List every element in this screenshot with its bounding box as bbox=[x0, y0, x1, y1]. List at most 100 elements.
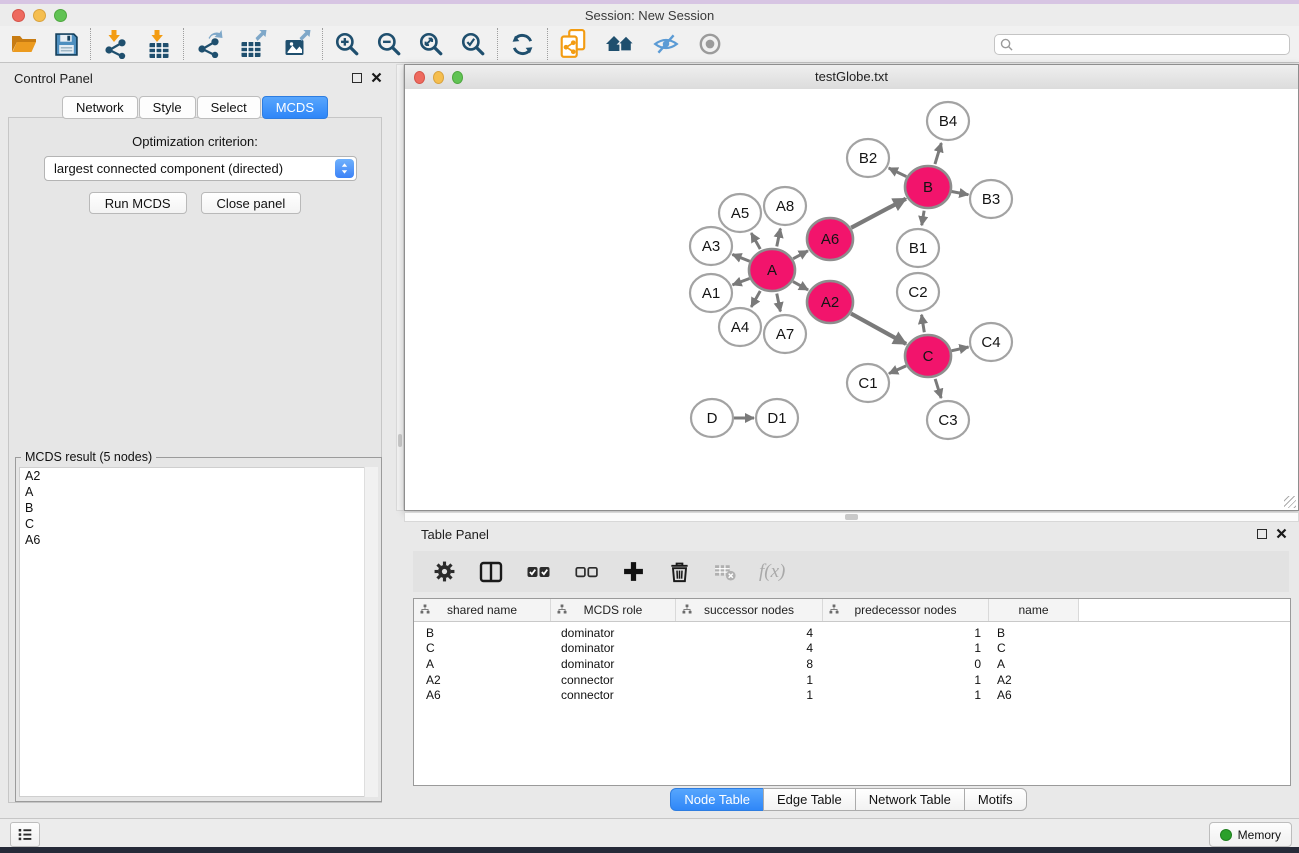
column-header-predecessor-nodes[interactable]: predecessor nodes bbox=[823, 599, 989, 621]
node-B1[interactable]: B1 bbox=[897, 229, 939, 267]
result-item[interactable]: A bbox=[20, 484, 377, 500]
node-C1[interactable]: C1 bbox=[847, 364, 889, 402]
zoom-fit-icon[interactable] bbox=[418, 31, 444, 57]
node-A3[interactable]: A3 bbox=[690, 227, 732, 265]
tab-mcds[interactable]: MCDS bbox=[262, 96, 328, 119]
tab-style[interactable]: Style bbox=[139, 96, 196, 119]
column-header-mcds-role[interactable]: MCDS role bbox=[551, 599, 676, 621]
task-history-button[interactable] bbox=[10, 822, 40, 847]
node-A6[interactable]: A6 bbox=[807, 218, 853, 260]
select-all-icon[interactable] bbox=[526, 561, 551, 583]
tab-edge-table[interactable]: Edge Table bbox=[763, 788, 856, 811]
delete-table-icon[interactable] bbox=[714, 562, 736, 581]
edge-C-C3[interactable] bbox=[935, 379, 941, 398]
table-row[interactable]: Bdominator41B bbox=[414, 625, 1290, 641]
apply-function-icon[interactable]: f(x) bbox=[759, 561, 785, 583]
close-panel-icon[interactable] bbox=[371, 72, 382, 83]
show-hidden-icon[interactable] bbox=[696, 31, 724, 57]
deselect-all-icon[interactable] bbox=[574, 561, 599, 583]
window-resize-grip[interactable] bbox=[1284, 496, 1296, 508]
network-window-titlebar[interactable]: testGlobe.txt bbox=[405, 65, 1298, 90]
save-session-icon[interactable] bbox=[54, 32, 79, 57]
zoom-selected-icon[interactable] bbox=[460, 31, 486, 57]
export-network-icon[interactable] bbox=[195, 30, 223, 58]
hide-selected-icon[interactable] bbox=[652, 31, 680, 57]
close-table-panel-icon[interactable] bbox=[1276, 528, 1287, 539]
node-A4[interactable]: A4 bbox=[719, 308, 761, 346]
add-column-icon[interactable] bbox=[622, 560, 645, 583]
node-C2[interactable]: C2 bbox=[897, 273, 939, 311]
edge-A6-B[interactable] bbox=[851, 199, 906, 228]
edge-C-C1[interactable] bbox=[889, 366, 906, 374]
node-C[interactable]: C bbox=[905, 335, 951, 377]
criterion-select[interactable]: largest connected component (directed) bbox=[44, 156, 357, 181]
edge-A-A2[interactable] bbox=[793, 282, 808, 290]
edge-B-B1[interactable] bbox=[922, 211, 924, 226]
result-item[interactable]: A6 bbox=[20, 532, 377, 548]
node-D1[interactable]: D1 bbox=[756, 399, 798, 437]
open-session-icon[interactable] bbox=[10, 32, 38, 56]
result-item[interactable]: A2 bbox=[20, 468, 377, 484]
edge-C-C4[interactable] bbox=[951, 347, 968, 351]
network-vertical-scrollbar[interactable] bbox=[396, 64, 404, 511]
refresh-layout-icon[interactable] bbox=[509, 31, 536, 58]
edge-B-B4[interactable] bbox=[935, 143, 941, 164]
node-C3[interactable]: C3 bbox=[927, 401, 969, 439]
node-A7[interactable]: A7 bbox=[764, 315, 806, 353]
node-C4[interactable]: C4 bbox=[970, 323, 1012, 361]
search-input[interactable] bbox=[994, 34, 1290, 55]
zoom-in-icon[interactable] bbox=[334, 31, 360, 57]
column-header-successor-nodes[interactable]: successor nodes bbox=[676, 599, 823, 621]
node-A1[interactable]: A1 bbox=[690, 274, 732, 312]
toggle-column-view-icon[interactable] bbox=[479, 561, 503, 583]
float-panel-icon[interactable] bbox=[352, 73, 362, 83]
node-A2[interactable]: A2 bbox=[807, 281, 853, 323]
edge-A-A7[interactable] bbox=[777, 294, 781, 312]
edge-A-A5[interactable] bbox=[751, 233, 760, 249]
edge-B-B2[interactable] bbox=[889, 168, 907, 177]
tab-motifs[interactable]: Motifs bbox=[964, 788, 1027, 811]
result-scrollbar[interactable] bbox=[364, 467, 378, 797]
node-D[interactable]: D bbox=[691, 399, 733, 437]
edge-A-A4[interactable] bbox=[751, 291, 760, 307]
node-A5[interactable]: A5 bbox=[719, 194, 761, 232]
result-item[interactable]: C bbox=[20, 516, 377, 532]
mcds-result-list[interactable]: A2ABCA6 bbox=[19, 467, 378, 797]
close-panel-button[interactable]: Close panel bbox=[201, 192, 302, 214]
table-row[interactable]: Cdominator41C bbox=[414, 641, 1290, 657]
zoom-out-icon[interactable] bbox=[376, 31, 402, 57]
node-B4[interactable]: B4 bbox=[927, 102, 969, 140]
import-table-icon[interactable] bbox=[145, 30, 172, 59]
table-row[interactable]: A2connector11A2 bbox=[414, 672, 1290, 688]
table-row[interactable]: Adominator80A bbox=[414, 656, 1290, 672]
tab-node-table[interactable]: Node Table bbox=[670, 788, 764, 811]
settings-icon[interactable] bbox=[433, 560, 456, 583]
network-canvas[interactable]: B4 B2 B B3 B1 A5A8A6 A3 A A1 A2 A4A7 C2 C4 C C1 C3 D D1 bbox=[405, 89, 1298, 510]
run-mcds-button[interactable]: Run MCDS bbox=[89, 192, 187, 214]
node-B3[interactable]: B3 bbox=[970, 180, 1012, 218]
tab-network-table[interactable]: Network Table bbox=[855, 788, 965, 811]
edge-A-A1[interactable] bbox=[733, 278, 750, 284]
network-from-selection-icon[interactable] bbox=[559, 29, 588, 59]
node-A[interactable]: A bbox=[749, 249, 795, 291]
node-B2[interactable]: B2 bbox=[847, 139, 889, 177]
column-header-shared-name[interactable]: shared name bbox=[414, 599, 551, 621]
edge-A-A8[interactable] bbox=[777, 229, 781, 247]
edge-B-B3[interactable] bbox=[952, 191, 969, 194]
memory-button[interactable]: Memory bbox=[1209, 822, 1292, 847]
network-horizontal-scrollbar[interactable] bbox=[404, 512, 1299, 522]
edge-A2-C[interactable] bbox=[851, 314, 906, 344]
edge-A-A6[interactable] bbox=[793, 251, 808, 259]
column-header-name[interactable]: name bbox=[989, 599, 1079, 621]
float-table-panel-icon[interactable] bbox=[1257, 529, 1267, 539]
table-row[interactable]: A6connector11A6 bbox=[414, 687, 1290, 703]
home-view-icon[interactable] bbox=[604, 31, 636, 57]
export-image-icon[interactable] bbox=[283, 30, 311, 58]
delete-columns-icon[interactable] bbox=[668, 560, 691, 584]
node-B[interactable]: B bbox=[905, 166, 951, 208]
node-A8[interactable]: A8 bbox=[764, 187, 806, 225]
edge-C-C2[interactable] bbox=[922, 315, 925, 333]
export-table-icon[interactable] bbox=[239, 30, 267, 58]
tab-select[interactable]: Select bbox=[197, 96, 261, 119]
result-item[interactable]: B bbox=[20, 500, 377, 516]
